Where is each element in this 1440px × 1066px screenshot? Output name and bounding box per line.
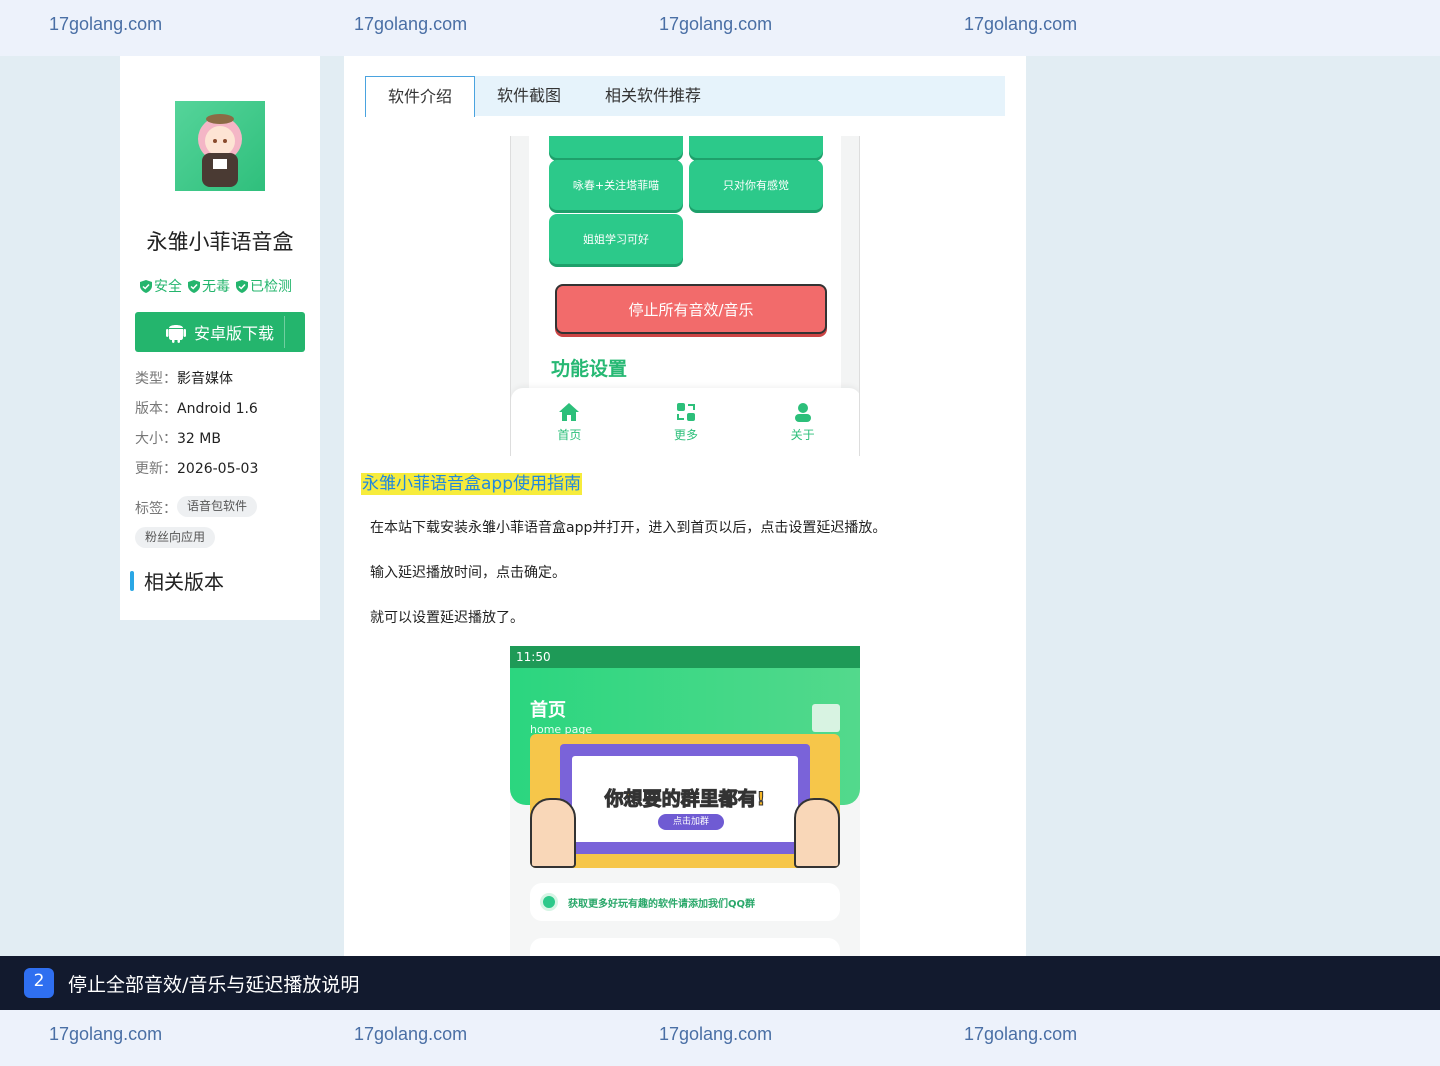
sound-button (689, 136, 823, 158)
meta-value: Android 1.6 (177, 401, 258, 417)
guide-step: 就可以设置延迟播放了。 (370, 610, 524, 626)
badge-label: 已检测 (250, 279, 292, 295)
nav-about: 关于 (791, 402, 815, 443)
related-versions-heading: 相关版本 (130, 566, 224, 595)
guide-step: 输入延迟播放时间，点击确定。 (370, 565, 566, 581)
nav-home: 首页 (557, 402, 581, 443)
stop-all-sounds-button: 停止所有音效/音乐 (555, 284, 827, 334)
badge-virus-free: 无毒 (188, 276, 230, 296)
app-screenshot-home: 首页 home page 11:50 你想要的群里都有! 点击加群 获取更多好玩… (510, 646, 860, 956)
app-name: 永雏小菲语音盒 (146, 230, 294, 254)
badge-safe: 安全 (140, 276, 182, 296)
qq-text: 获取更多好玩有趣的软件请添加我们QQ群 (568, 898, 756, 910)
meta-updated: 更新：2026-05-03 (135, 458, 258, 478)
nav-label: 关于 (790, 427, 815, 442)
main-content: 软件介绍 软件截图 相关软件推荐 咏春+关注塔菲喵 只对你有感觉 姐姐学习可好 … (344, 56, 1026, 956)
home-icon (559, 402, 580, 421)
meta-value: 2026-05-03 (177, 461, 259, 477)
watermark-text: 17golang.com (354, 14, 468, 34)
watermark-text: 17golang.com (964, 14, 1078, 34)
meta-key: 大小： (135, 431, 177, 447)
app-icon (175, 101, 265, 191)
badge-label: 安全 (154, 279, 182, 295)
button-divider (284, 316, 285, 348)
watermark-text: 17golang.com (659, 14, 773, 34)
guide-step: 在本站下载安装永雏小菲语音盒app并打开，进入到首页以后，点击设置延迟播放。 (370, 520, 887, 536)
shield-check-icon (236, 279, 248, 293)
shield-check-icon (140, 279, 152, 293)
join-group-button: 点击加群 (658, 814, 724, 830)
app-bottom-nav: 首页 更多 关于 (511, 388, 859, 456)
watermark-bar-top: 17golang.com 17golang.com 17golang.com 1… (0, 0, 1440, 56)
caption-number: 2 (24, 968, 54, 998)
watermark-bar-bottom: 17golang.com 17golang.com 17golang.com 1… (0, 1010, 1440, 1066)
sound-button: 只对你有感觉 (689, 160, 823, 210)
list-item (530, 938, 840, 956)
watermark-text: 17golang.com (49, 14, 163, 34)
swap-icon (676, 402, 695, 421)
status-bar: 11:50 (510, 646, 860, 668)
android-icon (165, 325, 186, 343)
guide-title: 永雏小菲语音盒app使用指南 (361, 473, 582, 495)
qq-group-row: 获取更多好玩有趣的软件请添加我们QQ群 (530, 883, 840, 921)
content-tabs: 软件介绍 软件截图 相关软件推荐 (365, 76, 1005, 117)
sound-button (549, 136, 683, 158)
caption-text: 停止全部音效/音乐与延迟播放说明 (68, 973, 360, 996)
meta-value: 32 MB (177, 431, 221, 447)
nav-label: 更多 (673, 427, 698, 442)
watermark-text: 17golang.com (659, 1024, 773, 1044)
meta-key: 更新： (135, 461, 177, 477)
radio-icon (540, 893, 558, 911)
home-title: 首页 (530, 700, 566, 721)
user-icon (794, 402, 811, 422)
tab-recommendations[interactable]: 相关软件推荐 (583, 76, 723, 116)
caption-bar: 2 停止全部音效/音乐与延迟播放说明 (0, 956, 1440, 1010)
tab-screenshots[interactable]: 软件截图 (475, 76, 583, 116)
badge-checked: 已检测 (236, 276, 292, 296)
tag-chip[interactable]: 语音包软件 (177, 496, 258, 517)
badge-label: 无毒 (202, 279, 230, 295)
related-title: 相关版本 (144, 570, 224, 594)
sound-button: 咏春+关注塔菲喵 (549, 160, 683, 210)
tags-label: 标签： (135, 501, 177, 517)
meta-key: 版本： (135, 401, 177, 417)
security-badges: 安全 无毒 已检测 (140, 276, 292, 296)
tab-intro[interactable]: 软件介绍 (365, 76, 476, 117)
shield-check-icon (188, 279, 200, 293)
android-download-button[interactable]: 安卓版下载 (135, 312, 305, 352)
tag-chip[interactable]: 粉丝向应用 (135, 527, 216, 548)
sound-button: 姐姐学习可好 (549, 214, 683, 264)
meta-type: 类型：影音媒体 (135, 368, 233, 388)
banner-slogan: 你想要的群里都有! (604, 788, 766, 811)
meta-size: 大小：32 MB (135, 428, 221, 448)
nav-more: 更多 (674, 402, 698, 443)
heading-accent-bar (130, 570, 134, 591)
meta-version: 版本：Android 1.6 (135, 398, 258, 418)
function-settings-title: 功能设置 (551, 358, 628, 380)
app-info-sidebar: 永雏小菲语音盒 安全 无毒 已检测 安卓版下载 类型：影音媒体 版本：Andro… (120, 56, 320, 620)
watermark-text: 17golang.com (354, 1024, 468, 1044)
app-screenshot-settings: 咏春+关注塔菲喵 只对你有感觉 姐姐学习可好 停止所有音效/音乐 功能设置 首页… (510, 136, 860, 456)
nav-label: 首页 (557, 427, 582, 442)
avatar (812, 704, 840, 732)
meta-key: 类型： (135, 371, 177, 387)
watermark-text: 17golang.com (49, 1024, 163, 1044)
status-time: 11:50 (516, 650, 551, 664)
meta-value: 影音媒体 (177, 371, 233, 387)
download-label: 安卓版下载 (193, 324, 274, 343)
group-banner: 你想要的群里都有! 点击加群 (530, 734, 840, 868)
watermark-text: 17golang.com (964, 1024, 1078, 1044)
